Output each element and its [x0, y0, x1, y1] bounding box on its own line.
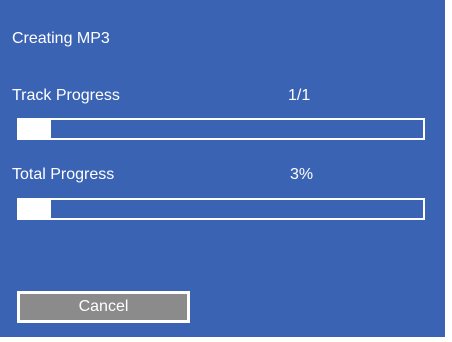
cancel-button[interactable]: Cancel	[17, 291, 190, 323]
progress-dialog: Creating MP3 Track Progress 1/1 Total Pr…	[0, 0, 445, 337]
dialog-title: Creating MP3	[12, 30, 110, 47]
track-progress-bar	[17, 118, 425, 140]
track-progress-label: Track Progress	[12, 87, 120, 104]
track-progress-fill	[19, 120, 52, 138]
track-progress-value: 1/1	[288, 87, 311, 104]
total-progress-value: 3%	[290, 166, 314, 183]
total-progress-bar	[17, 198, 425, 220]
total-progress-label: Total Progress	[12, 166, 115, 183]
total-progress-fill	[19, 200, 52, 218]
